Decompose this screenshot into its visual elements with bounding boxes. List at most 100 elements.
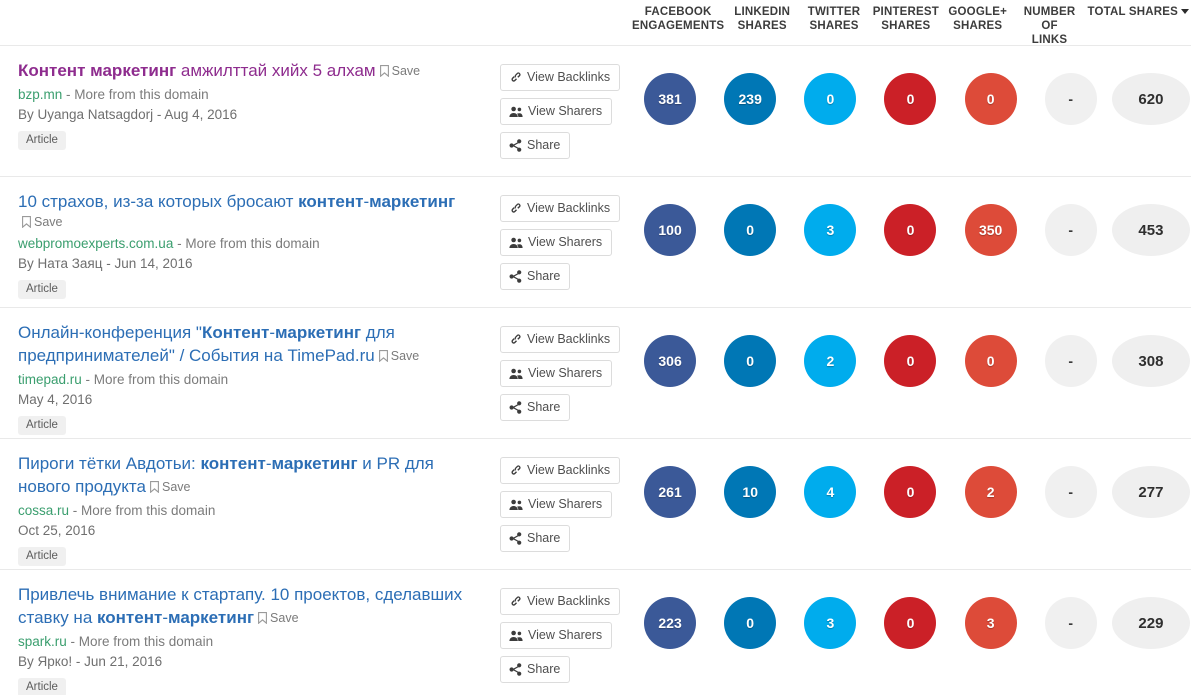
column-header-googleplus[interactable]: GOOGLE+ SHARES — [942, 5, 1014, 47]
save-button[interactable]: Save — [379, 60, 420, 83]
share-button[interactable]: Share — [500, 132, 571, 159]
row-actions: View Backlinks View Sharers Share — [500, 318, 630, 428]
article-title-link[interactable]: Онлайн-конференция "Контент-маркетинг дл… — [18, 321, 478, 368]
column-header-links[interactable]: NUMBER OF LINKS — [1014, 5, 1086, 47]
result-info: Привлечь внимание к стартапу. 10 проекто… — [0, 580, 500, 695]
link-icon — [509, 202, 522, 215]
metric-bubble-linkedin: 0 — [724, 204, 777, 256]
share-button[interactable]: Share — [500, 525, 571, 552]
view-backlinks-button-label: View Backlinks — [527, 463, 611, 477]
metric-cell-pinterest: 0 — [870, 73, 950, 125]
column-header-twitter[interactable]: TWITTER SHARES — [798, 5, 870, 47]
view-sharers-button-label: View Sharers — [528, 497, 603, 511]
domain-link[interactable]: timepad.ru — [18, 372, 82, 387]
byline: Oct 25, 2016 — [18, 523, 96, 538]
metric-cell-facebook: 306 — [630, 335, 710, 387]
metric-cell-googleplus: 350 — [951, 204, 1031, 256]
share-button[interactable]: Share — [500, 394, 571, 421]
metric-cell-total: 308 — [1111, 335, 1191, 387]
metric-bubble-pinterest: 0 — [884, 335, 937, 387]
article-title-link[interactable]: 10 страхов, из-за которых бросают контен… — [18, 190, 478, 213]
result-info: Пироги тётки Авдотьи: контент-маркетинг … — [0, 449, 500, 566]
domain-link[interactable]: cossa.ru — [18, 503, 69, 518]
column-header-label-2: SHARES — [809, 20, 859, 32]
view-backlinks-button[interactable]: View Backlinks — [500, 457, 621, 484]
metric-bubble-pinterest: 0 — [884, 73, 937, 125]
content-type-badge: Article — [18, 547, 66, 566]
metric-cell-linkedin: 239 — [710, 73, 790, 125]
byline: By Ната Заяц - Jun 14, 2016 — [18, 256, 193, 271]
results-table: FACEBOOK ENGAGEMENTS LINKEDIN SHARES TWITTER… — [0, 0, 1191, 695]
view-sharers-button-label: View Sharers — [528, 628, 603, 642]
share-button-label: Share — [527, 269, 561, 283]
save-button[interactable]: Save — [258, 607, 299, 630]
column-header-linkedin[interactable]: LINKEDIN SHARES — [726, 5, 798, 47]
save-button[interactable]: Save — [378, 345, 419, 368]
metric-bubble-total: 277 — [1111, 466, 1190, 518]
more-from-domain-link[interactable]: - More from this domain — [173, 236, 320, 251]
column-header-label: NUMBER OF — [1023, 6, 1076, 32]
view-backlinks-button-label: View Backlinks — [527, 70, 611, 84]
metric-cell-total: 229 — [1111, 597, 1191, 649]
more-from-domain-link[interactable]: - More from this domain — [69, 503, 216, 518]
more-from-domain-link[interactable]: - More from this domain — [67, 634, 214, 649]
view-sharers-button-label: View Sharers — [528, 366, 603, 380]
save-button[interactable]: Save — [22, 215, 63, 229]
metric-cell-googleplus: 3 — [951, 597, 1031, 649]
metric-bubble-googleplus: 3 — [964, 597, 1017, 649]
domain-link[interactable]: webpromoexperts.com.ua — [18, 236, 173, 251]
metric-cell-linkedin: 10 — [710, 466, 790, 518]
title-keyword: контент — [298, 192, 364, 211]
metric-bubble-googleplus: 2 — [964, 466, 1017, 518]
metric-cell-total: 453 — [1111, 204, 1191, 256]
metric-cell-twitter: 3 — [790, 204, 870, 256]
article-title-link[interactable]: Контент маркетинг амжилттай хийх 5 алхам… — [18, 59, 478, 83]
view-backlinks-button[interactable]: View Backlinks — [500, 326, 621, 353]
title-keyword: контент — [97, 608, 163, 627]
article-title-link[interactable]: Привлечь внимание к стартапу. 10 проекто… — [18, 583, 478, 630]
view-sharers-button[interactable]: View Sharers — [500, 360, 613, 387]
more-from-domain-link[interactable]: - More from this domain — [62, 87, 209, 102]
column-header-total[interactable]: TOTAL SHARES — [1085, 5, 1191, 47]
view-sharers-button-label: View Sharers — [528, 104, 603, 118]
view-backlinks-button[interactable]: View Backlinks — [500, 195, 621, 222]
view-backlinks-button[interactable]: View Backlinks — [500, 588, 621, 615]
column-header-label: LINKEDIN — [734, 6, 791, 18]
share-button[interactable]: Share — [500, 263, 571, 290]
view-sharers-button[interactable]: View Sharers — [500, 622, 613, 649]
metric-bubble-twitter: 0 — [804, 73, 857, 125]
metric-cell-twitter: 2 — [790, 335, 870, 387]
view-sharers-button[interactable]: View Sharers — [500, 229, 613, 256]
share-button[interactable]: Share — [500, 656, 571, 683]
column-header-label: PINTEREST — [872, 6, 940, 18]
save-row: Save — [18, 214, 478, 232]
column-header-facebook[interactable]: FACEBOOK ENGAGEMENTS — [630, 5, 726, 47]
view-backlinks-button[interactable]: View Backlinks — [500, 64, 621, 91]
content-type-badge: Article — [18, 280, 66, 299]
row-metrics: 381 239 0 0 0-620 — [630, 56, 1191, 125]
content-type-badge: Article — [18, 131, 66, 150]
column-header-label-2: SHARES — [953, 20, 1003, 32]
row-actions: View Backlinks View Sharers Share — [500, 56, 630, 166]
metric-cell-pinterest: 0 — [870, 204, 950, 256]
title-keyword: маркетинг — [275, 323, 362, 342]
domain-link[interactable]: spark.ru — [18, 634, 67, 649]
bookmark-icon — [22, 216, 31, 228]
view-backlinks-button-label: View Backlinks — [527, 594, 611, 608]
domain-link[interactable]: bzp.mn — [18, 87, 62, 102]
column-header-pinterest[interactable]: PINTEREST SHARES — [870, 5, 942, 47]
share-icon — [509, 139, 522, 152]
metric-bubble-total: 620 — [1111, 73, 1190, 125]
save-button[interactable]: Save — [150, 476, 191, 499]
view-backlinks-button-label: View Backlinks — [527, 332, 611, 346]
view-sharers-button[interactable]: View Sharers — [500, 491, 613, 518]
save-label: Save — [161, 480, 191, 494]
metric-cell-total: 620 — [1111, 73, 1191, 125]
view-sharers-button[interactable]: View Sharers — [500, 98, 613, 125]
metric-bubble-links: - — [1044, 466, 1097, 518]
article-title-link[interactable]: Пироги тётки Авдотьи: контент-маркетинг … — [18, 452, 478, 499]
more-from-domain-link[interactable]: - More from this domain — [82, 372, 229, 387]
column-header-label: GOOGLE+ — [948, 6, 1007, 18]
metric-cell-links: - — [1031, 204, 1111, 256]
metric-cell-pinterest: 0 — [870, 466, 950, 518]
